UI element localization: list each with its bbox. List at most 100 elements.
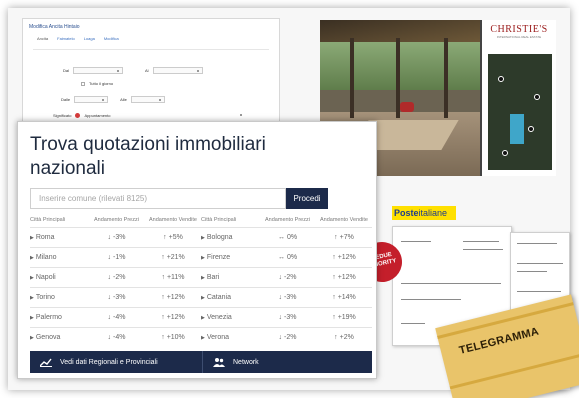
sales-trend: ↑ +10%	[145, 326, 201, 347]
map-pin-icon	[534, 94, 540, 100]
column-header: Andamento Prezzi	[265, 217, 310, 224]
regional-data-button[interactable]: Vedi dati Regionali e Provinciali	[30, 351, 203, 373]
sales-trend-value: +5%	[168, 233, 183, 241]
table-row[interactable]: ▶ Roma ↓ -3% ↑ +5%	[30, 226, 201, 247]
arrow-down-icon: ↓	[278, 293, 283, 301]
map-pin-icon	[498, 76, 504, 82]
sales-trend: ↑ +11%	[145, 266, 201, 287]
poste-letters: Posteitaliane V EDUE PRIORITY TELEGRAMMA	[358, 206, 579, 398]
table-row[interactable]: ▶ Napoli ↓ -2% ↑ +11%	[30, 266, 201, 287]
arrow-horizontal-icon: ↔	[277, 233, 285, 241]
arrow-up-icon: ↑	[332, 293, 336, 301]
caret-right-icon: ▶	[201, 254, 205, 261]
price-trend-value: -3%	[113, 293, 126, 301]
arrow-down-icon: ↓	[278, 333, 283, 341]
price-trend-value: -4%	[113, 333, 126, 341]
poste-logo-light: italiane	[418, 208, 448, 218]
city-cell[interactable]: ▶ Bari	[201, 266, 259, 287]
city-name: Milano	[35, 253, 57, 261]
arrow-up-icon: ↑	[161, 273, 165, 281]
arrow-down-icon: ↓	[107, 313, 112, 321]
sales-trend: ↑ +12%	[316, 246, 372, 267]
caret-right-icon: ▶	[201, 314, 205, 321]
arrow-up-icon: ↑	[163, 233, 167, 241]
city-name: Torino	[35, 293, 55, 301]
sales-trend-value: +2%	[339, 333, 354, 341]
city-cell[interactable]: ▶ Catania	[201, 286, 259, 307]
price-trend-value: -3%	[113, 233, 126, 241]
caret-right-icon: ▶	[30, 274, 34, 281]
price-trend-value: -1%	[113, 253, 126, 261]
arrow-up-icon: ↑	[334, 333, 338, 341]
city-cell[interactable]: ▶ Palermo	[30, 306, 88, 327]
arrow-down-icon: ↓	[107, 253, 112, 261]
table-row[interactable]: ▶ Torino ↓ -3% ↑ +12%	[30, 286, 201, 307]
city-name: Venezia	[206, 313, 232, 321]
table-row[interactable]: ▶ Catania ↓ -3% ↑ +14%	[201, 286, 372, 307]
city-cell[interactable]: ▶ Firenze	[201, 246, 259, 267]
price-trend-value: -3%	[284, 313, 297, 321]
sales-trend: ↑ +5%	[145, 226, 201, 247]
search-bar: Procedi	[30, 188, 328, 209]
table-row[interactable]: ▶ Genova ↓ -4% ↑ +10%	[30, 326, 201, 347]
sales-trend-value: +12%	[337, 253, 356, 261]
bottom-nav: Vedi dati Regionali e Provinciali Networ…	[30, 351, 372, 373]
field-label: Al	[145, 68, 149, 73]
sales-trend: ↑ +14%	[316, 286, 372, 307]
price-trend-value: -3%	[284, 293, 297, 301]
site-plan	[488, 54, 552, 170]
table-row[interactable]: ▶ Palermo ↓ -4% ↑ +12%	[30, 306, 201, 327]
price-trend-value: -4%	[113, 313, 126, 321]
caret-right-icon: ▶	[201, 234, 205, 241]
arrow-down-icon: ↓	[107, 233, 112, 241]
city-cell[interactable]: ▶ Venezia	[201, 306, 259, 327]
caret-right-icon: ▶	[201, 334, 205, 341]
form-tab: Loaga	[83, 36, 95, 41]
table-row[interactable]: ▶ Milano ↓ -1% ↑ +21%	[30, 246, 201, 267]
city-name: Genova	[35, 333, 61, 341]
city-cell[interactable]: ▶ Genova	[30, 326, 88, 347]
city-cell[interactable]: ▶ Verona	[201, 326, 259, 347]
sales-trend: ↑ +19%	[316, 306, 372, 327]
edit-form-screenshot: Modifica Ancita Hintaio Ancita Faimatelo…	[22, 18, 280, 130]
table-row[interactable]: ▶ Bologna ↔ 0% ↑ +7%	[201, 226, 372, 247]
city-name: Catania	[206, 293, 231, 301]
city-cell[interactable]: ▶ Torino	[30, 286, 88, 307]
column	[350, 38, 354, 118]
brochure-subtitle: INTERNATIONAL REAL ESTATE	[496, 35, 542, 39]
city-cell[interactable]: ▶ Roma	[30, 226, 88, 247]
poste-logo-bold: Poste	[394, 208, 419, 218]
arrow-up-icon: ↑	[161, 253, 165, 261]
network-button[interactable]: Network	[203, 351, 372, 373]
arrow-up-icon: ↑	[332, 273, 336, 281]
arrow-down-icon: ↓	[107, 273, 112, 281]
time-to-field	[130, 96, 165, 103]
city-name: Bologna	[206, 233, 233, 241]
table-row[interactable]: ▶ Venezia ↓ -3% ↑ +19%	[201, 306, 372, 327]
sales-trend-value: +12%	[166, 293, 185, 301]
city-cell[interactable]: ▶ Bologna	[201, 226, 259, 247]
search-input[interactable]	[30, 188, 286, 209]
price-trend: ↓ -2%	[259, 266, 316, 287]
roof	[320, 20, 480, 42]
price-trend: ↓ -3%	[88, 286, 145, 307]
table-row[interactable]: ▶ Bari ↓ -2% ↑ +12%	[201, 266, 372, 287]
form-title: Modifica Ancita Hintaio	[29, 24, 80, 30]
city-cell[interactable]: ▶ Milano	[30, 246, 88, 267]
form-tab: Faimatelo	[57, 36, 75, 41]
stripe	[449, 352, 579, 390]
procedi-button[interactable]: Procedi	[286, 188, 328, 209]
field-label: Significato	[53, 113, 72, 118]
price-trend: ↓ -2%	[88, 266, 145, 287]
column-header: Andamento Vendite	[148, 217, 197, 224]
city-name: Roma	[35, 233, 55, 241]
arrow-down-icon: ↓	[278, 313, 283, 321]
quotations-table-right: Città Principali Andamento Prezzi Andame…	[201, 214, 372, 347]
table-row[interactable]: ▶ Verona ↓ -2% ↑ +2%	[201, 326, 372, 347]
price-trend-value: -2%	[284, 333, 297, 341]
arrow-horizontal-icon: ↔	[277, 253, 285, 261]
price-trend: ↓ -3%	[259, 286, 316, 307]
city-cell[interactable]: ▶ Napoli	[30, 266, 88, 287]
table-row[interactable]: ▶ Firenze ↔ 0% ↑ +12%	[201, 246, 372, 267]
field-label: Dalle	[61, 97, 71, 102]
